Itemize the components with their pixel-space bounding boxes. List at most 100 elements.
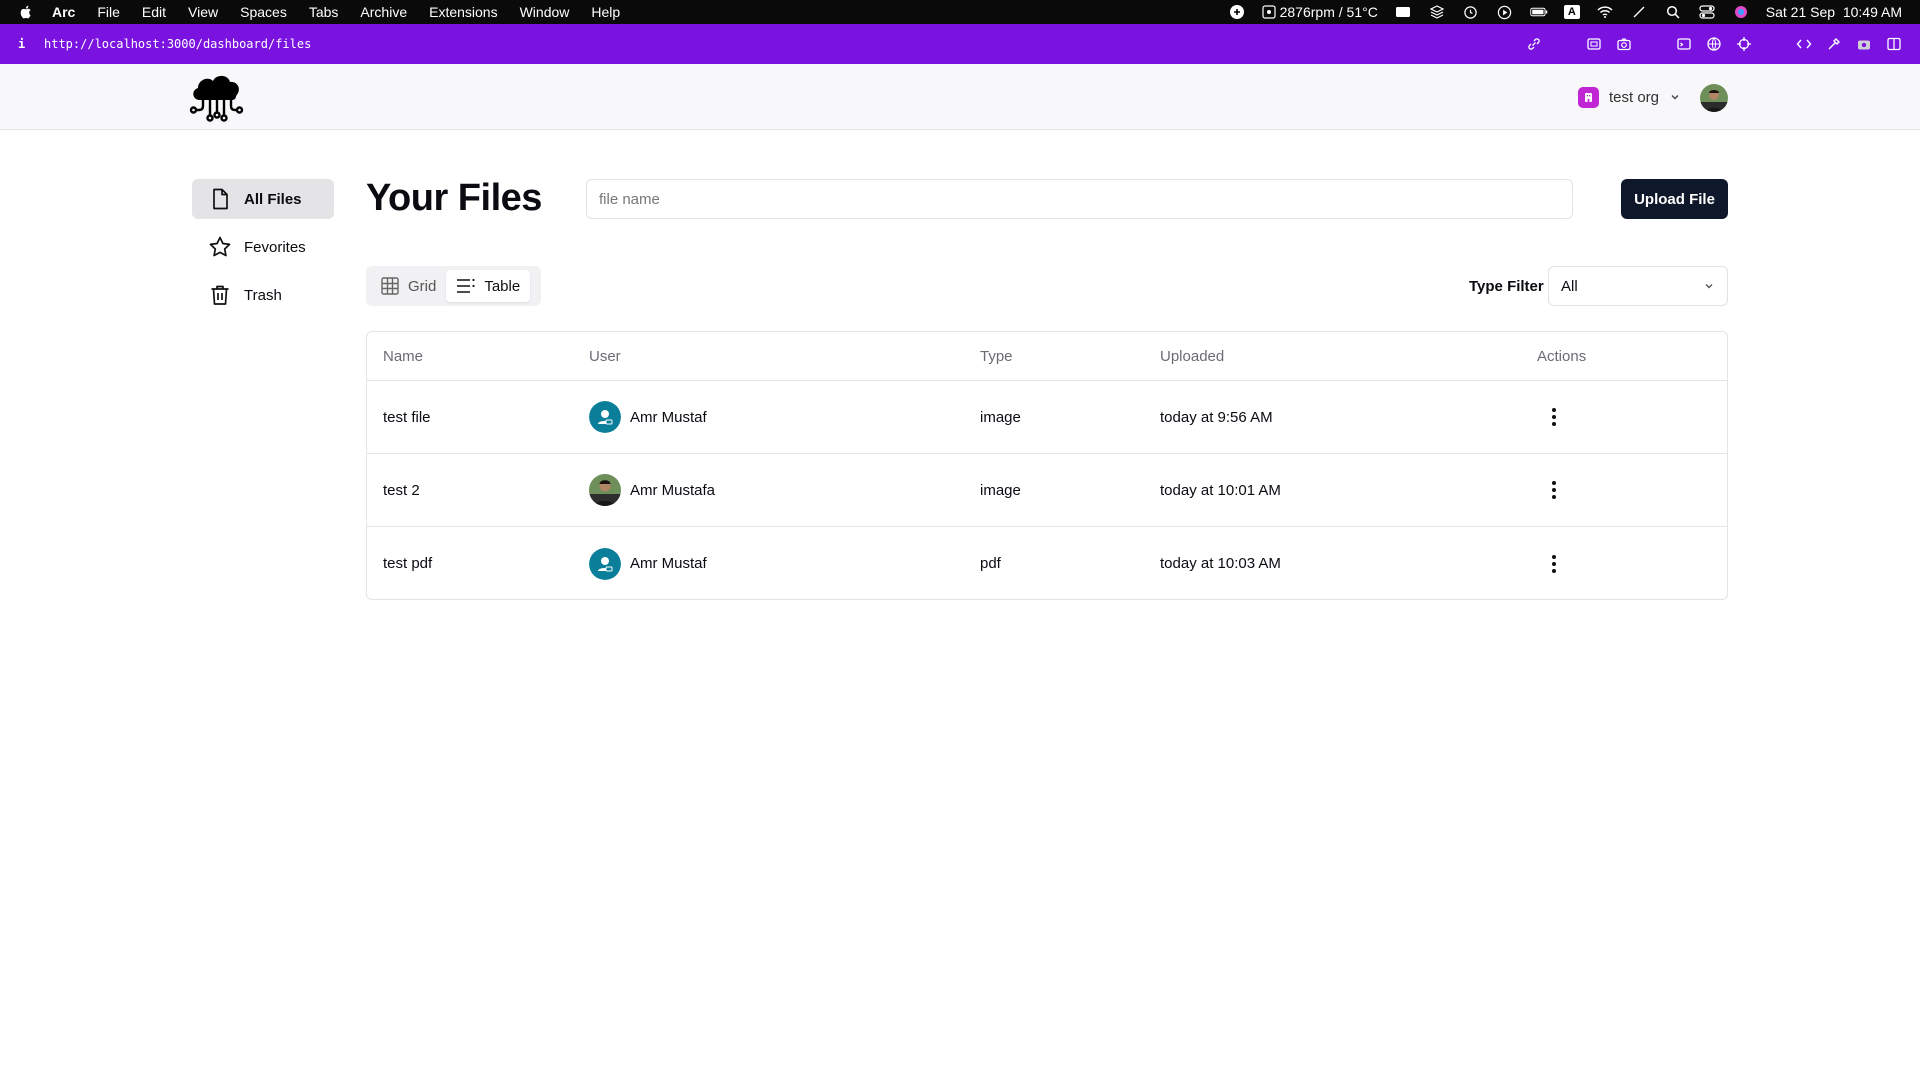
menu-spaces[interactable]: Spaces — [240, 4, 287, 20]
copy-link-icon[interactable] — [1526, 36, 1542, 52]
time-machine-icon[interactable] — [1462, 5, 1480, 19]
screenshot-icon[interactable] — [1856, 36, 1872, 52]
file-icon — [213, 188, 228, 210]
control-center-icon[interactable] — [1698, 5, 1716, 19]
camera-icon[interactable] — [1616, 36, 1632, 52]
menu-app-name[interactable]: Arc — [52, 4, 75, 20]
menu-archive[interactable]: Archive — [360, 4, 407, 20]
spotlight-search-icon[interactable] — [1664, 5, 1682, 19]
table-header: Name User Type Uploaded Actions — [367, 332, 1727, 381]
type-filter-select[interactable]: All — [1548, 266, 1728, 306]
wifi-icon[interactable] — [1596, 5, 1614, 19]
fan-status[interactable]: 2876rpm / 51°C — [1262, 4, 1378, 20]
file-name: test 2 — [383, 481, 420, 499]
split-view-icon[interactable] — [1886, 36, 1902, 52]
battery-icon[interactable] — [1530, 5, 1548, 19]
setapp-icon[interactable] — [1228, 5, 1246, 19]
menu-extensions[interactable]: Extensions — [429, 4, 497, 20]
globe-icon[interactable] — [1706, 36, 1722, 52]
file-type: image — [980, 408, 1021, 426]
table-row[interactable]: test pdf Amr Mustaf pdf today at 10:03 A… — [367, 527, 1727, 599]
row-actions-button[interactable] — [1542, 478, 1566, 502]
file-type: image — [980, 481, 1021, 499]
code-icon[interactable] — [1796, 36, 1812, 52]
org-badge-icon — [1578, 86, 1599, 108]
star-icon — [209, 236, 231, 257]
more-vertical-icon — [1552, 554, 1556, 573]
capture-icon[interactable] — [1586, 36, 1602, 52]
clock[interactable]: Sat 21 Sep 10:49 AM — [1766, 4, 1902, 20]
sidebar-item-all-files[interactable]: All Files — [192, 179, 334, 219]
sidebar-item-label: Trash — [244, 286, 282, 304]
menu-window[interactable]: Window — [520, 4, 570, 20]
grid-icon — [381, 277, 399, 295]
play-icon[interactable] — [1496, 5, 1514, 19]
chevron-down-icon — [1671, 95, 1679, 100]
sidebar-nav: All Files Fevorites Trash — [192, 179, 334, 323]
siri-icon[interactable] — [1732, 5, 1750, 19]
column-header-user[interactable]: User — [589, 348, 621, 365]
layers-icon[interactable] — [1428, 5, 1446, 19]
menu-view[interactable]: View — [188, 4, 218, 20]
type-filter-value: All — [1561, 277, 1578, 295]
default-user-avatar-icon — [589, 547, 621, 580]
view-toggle: Grid Table — [366, 266, 541, 306]
terminal-icon[interactable] — [1676, 36, 1692, 52]
tab-table-label: Table — [484, 277, 521, 295]
user-avatar[interactable] — [1700, 84, 1728, 112]
file-uploaded: today at 10:01 AM — [1160, 481, 1281, 499]
more-vertical-icon — [1552, 408, 1556, 426]
upload-file-button[interactable]: Upload File — [1621, 179, 1728, 219]
file-uploaded: today at 9:56 AM — [1160, 408, 1273, 426]
file-uploaded: today at 10:03 AM — [1160, 555, 1281, 572]
app-header: test org — [0, 64, 1920, 130]
list-icon — [457, 278, 475, 293]
file-name: test pdf — [383, 555, 433, 572]
table-row[interactable]: test file Amr Mustaf image today at 9:56… — [367, 381, 1727, 454]
crosshair-icon[interactable] — [1736, 36, 1752, 52]
sidebar-item-label: Fevorites — [244, 238, 306, 256]
column-header-type[interactable]: Type — [980, 348, 1013, 365]
apple-icon[interactable] — [18, 4, 34, 20]
row-actions-button[interactable] — [1542, 405, 1566, 429]
default-user-avatar-icon — [589, 401, 621, 433]
trash-icon — [211, 285, 229, 305]
eyedropper-icon[interactable] — [1826, 36, 1842, 52]
page-title: Your Files — [366, 177, 542, 219]
column-header-actions: Actions — [1537, 347, 1587, 365]
org-switcher[interactable]: test org — [1578, 86, 1681, 108]
fan-status-text: 2876rpm / 51°C — [1279, 4, 1378, 20]
file-type: pdf — [980, 555, 1001, 572]
row-actions-button[interactable] — [1542, 552, 1566, 576]
tab-grid[interactable]: Grid — [370, 270, 446, 302]
more-vertical-icon — [1552, 481, 1556, 499]
user-name: Amr Mustafa — [630, 481, 716, 499]
pen-icon[interactable] — [1630, 5, 1648, 19]
menu-edit[interactable]: Edit — [142, 4, 166, 20]
menu-tabs[interactable]: Tabs — [309, 4, 339, 20]
menu-help[interactable]: Help — [591, 4, 620, 20]
file-user: Amr Mustafa — [589, 474, 715, 506]
keyboard-icon[interactable] — [1394, 5, 1412, 19]
file-user: Amr Mustaf — [589, 547, 707, 580]
cloud-circuit-logo-icon[interactable] — [188, 70, 244, 124]
site-info-icon[interactable]: i — [18, 37, 30, 51]
menu-file[interactable]: File — [97, 4, 120, 20]
user-name: Amr Mustaf — [630, 555, 707, 572]
file-user: Amr Mustaf — [589, 401, 707, 433]
column-header-uploaded[interactable]: Uploaded — [1160, 348, 1224, 365]
table-row[interactable]: test 2 Amr Mustafa image today at 10:01 … — [367, 454, 1727, 527]
search-input[interactable] — [586, 179, 1573, 219]
org-name: test org — [1609, 88, 1660, 106]
type-filter-label: Type Filter — [1469, 278, 1544, 295]
sidebar-item-favorites[interactable]: Fevorites — [192, 227, 334, 267]
fan-icon — [1262, 5, 1276, 19]
column-header-name[interactable]: Name — [383, 348, 423, 365]
input-source-badge[interactable]: A — [1563, 5, 1580, 19]
sidebar-item-label: All Files — [244, 190, 302, 208]
macos-menubar: Arc File Edit View Spaces Tabs Archive E… — [0, 0, 1920, 24]
url-text[interactable]: http://localhost:3000/dashboard/files — [44, 37, 311, 51]
sidebar-item-trash[interactable]: Trash — [192, 275, 334, 315]
tab-table[interactable]: Table — [446, 270, 531, 302]
user-photo-avatar — [589, 474, 621, 506]
